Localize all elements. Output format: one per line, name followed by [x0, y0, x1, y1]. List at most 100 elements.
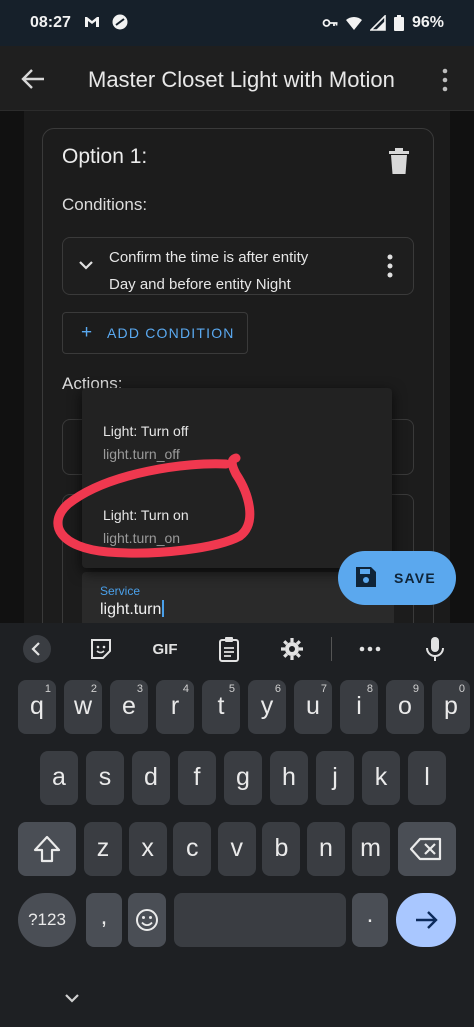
key-o[interactable]: o9: [386, 680, 424, 734]
key-label: c: [185, 834, 199, 862]
gif-button[interactable]: GIF: [148, 635, 182, 663]
conditions-label: Conditions:: [62, 195, 148, 214]
key-b[interactable]: b: [262, 822, 301, 876]
key-a[interactable]: a: [40, 751, 78, 805]
sticker-icon[interactable]: [86, 635, 116, 663]
shift-icon: [33, 835, 61, 863]
key-p[interactable]: p0: [432, 680, 470, 734]
key-i[interactable]: i8: [340, 680, 378, 734]
enter-key[interactable]: [396, 893, 456, 947]
chevron-down-icon[interactable]: [77, 258, 95, 272]
key-label: s: [98, 763, 112, 791]
numbers-key[interactable]: ?123: [18, 893, 76, 947]
key-s[interactable]: s: [86, 751, 124, 805]
save-button[interactable]: SAVE: [338, 551, 456, 605]
key-x[interactable]: x: [128, 822, 167, 876]
more-horiz-icon[interactable]: [355, 635, 385, 663]
backspace-key[interactable]: [398, 822, 456, 876]
key-hint: 8: [366, 683, 373, 695]
key-m[interactable]: m: [351, 822, 390, 876]
shift-key[interactable]: [18, 822, 76, 876]
key-hint: 9: [412, 683, 419, 695]
save-icon: [356, 567, 376, 587]
key-hint: 6: [274, 683, 281, 695]
key-z[interactable]: z: [84, 822, 122, 876]
key-c[interactable]: c: [173, 822, 212, 876]
key-l[interactable]: l: [408, 751, 446, 805]
key-r[interactable]: r4: [156, 680, 194, 734]
key-label: p: [444, 692, 458, 720]
service-label: Service: [100, 584, 141, 598]
key-label: x: [141, 834, 154, 862]
key-label: t: [217, 692, 225, 720]
status-time: 08:27: [30, 14, 71, 31]
key-y[interactable]: y6: [248, 680, 286, 734]
key-hint: 2: [90, 683, 97, 695]
arrow-left-icon[interactable]: [18, 64, 48, 94]
add-condition-button[interactable]: + ADD CONDITION: [62, 312, 248, 354]
key-label: v: [230, 834, 244, 862]
key-label: h: [282, 763, 296, 791]
key-label: k: [374, 763, 388, 791]
key-e[interactable]: e3: [110, 680, 148, 734]
key-label: y: [260, 692, 274, 720]
key-label: l: [424, 763, 430, 791]
key-v[interactable]: v: [217, 822, 256, 876]
key-hint: 4: [182, 683, 189, 695]
gear-icon[interactable]: [277, 635, 307, 663]
key-hint: 5: [228, 683, 235, 695]
key-d[interactable]: d: [132, 751, 170, 805]
arrow-right-icon: [416, 911, 438, 929]
key-t[interactable]: t5: [202, 680, 240, 734]
condition-text-line2: Day and before entity Night: [109, 276, 291, 293]
battery-percent: 96%: [411, 14, 444, 31]
keyboard-toolbar: GIF: [0, 623, 474, 675]
save-label: SAVE: [394, 570, 436, 586]
plus-icon: +: [81, 322, 94, 343]
key-label: e: [122, 692, 136, 720]
key-hint: 0: [458, 683, 465, 695]
page-title: Master Closet Light with Motion: [88, 67, 395, 92]
key-j[interactable]: j: [316, 751, 354, 805]
key-label: g: [236, 763, 250, 791]
wifi-icon: [345, 16, 362, 30]
chevron-left-icon[interactable]: [22, 635, 52, 663]
comma-key[interactable]: ,: [86, 893, 122, 947]
key-label: o: [398, 692, 412, 720]
key-hint: 1: [44, 683, 51, 695]
space-key[interactable]: [174, 893, 346, 947]
option-title: Option 1:: [62, 145, 148, 168]
key-f[interactable]: f: [178, 751, 216, 805]
key-u[interactable]: u7: [294, 680, 332, 734]
red-annotation-circle: [53, 453, 255, 558]
key-label: w: [73, 692, 93, 720]
signal-icon: [369, 15, 386, 31]
key-hint: 7: [320, 683, 327, 695]
key-q[interactable]: q1: [18, 680, 56, 734]
clipboard-icon[interactable]: [214, 635, 244, 663]
gmail-icon: [85, 17, 99, 27]
key-k[interactable]: k: [362, 751, 400, 805]
text-caret: [162, 600, 165, 617]
condition-text-line1: Confirm the time is after entity: [109, 249, 309, 266]
key-hint: 3: [136, 683, 143, 695]
chevron-down-icon[interactable]: [62, 991, 82, 1005]
condition-item[interactable]: Confirm the time is after entity Day and…: [62, 237, 414, 295]
emoji-key[interactable]: [128, 893, 166, 947]
more-vert-icon[interactable]: [387, 254, 393, 278]
key-label: q: [30, 692, 44, 720]
key-h[interactable]: h: [270, 751, 308, 805]
key-label: r: [170, 692, 180, 720]
mic-icon[interactable]: [420, 635, 450, 663]
more-vert-icon[interactable]: [436, 66, 454, 94]
key-label: i: [356, 692, 362, 720]
key-g[interactable]: g: [224, 751, 262, 805]
key-label: f: [193, 763, 201, 791]
trash-icon[interactable]: [388, 148, 410, 174]
status-bar: 08:27 96%: [0, 0, 474, 46]
add-condition-label: ADD CONDITION: [107, 325, 235, 341]
period-key[interactable]: .: [352, 893, 388, 947]
key-n[interactable]: n: [307, 822, 345, 876]
key-w[interactable]: w2: [64, 680, 102, 734]
sync-off-icon: [112, 14, 128, 30]
